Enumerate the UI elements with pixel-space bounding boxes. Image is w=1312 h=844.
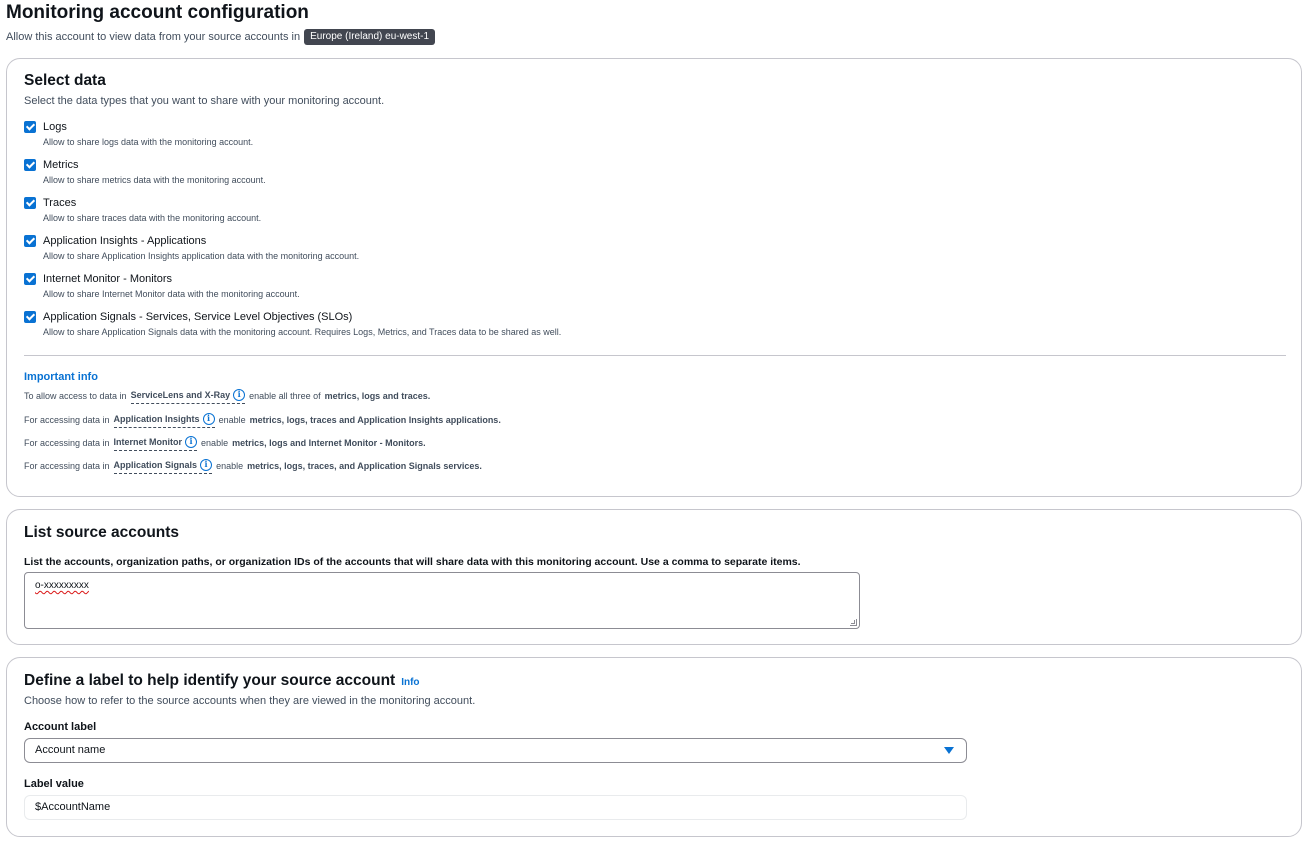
info-line-middle: enable	[201, 438, 229, 448]
important-info-line-application-signals: For accessing data in Application Signal…	[24, 458, 482, 474]
important-info-heading: Important info	[24, 371, 98, 383]
checkbox-label: Traces	[43, 197, 77, 209]
info-line-middle: enable all three of	[249, 391, 321, 401]
info-line-prefix: To allow access to data in	[24, 391, 127, 401]
important-info-line-servicelens: To allow access to data in ServiceLens a…	[24, 388, 430, 404]
checkbox-label: Metrics	[43, 159, 79, 171]
page-title: Monitoring account configuration	[6, 2, 309, 23]
checkbox-label: Internet Monitor - Monitors	[43, 273, 172, 285]
account-label-selected: Account name	[35, 744, 106, 756]
checkbox-checked-icon[interactable]	[24, 159, 36, 171]
checkbox-checked-icon[interactable]	[24, 197, 36, 209]
info-line-prefix: For accessing data in	[24, 461, 110, 471]
info-line-bold: metrics, logs and Internet Monitor - Mon…	[232, 438, 426, 448]
label-value-input[interactable]: $AccountName	[24, 795, 967, 820]
select-data-description: Select the data types that you want to s…	[24, 95, 385, 107]
info-line-middle: enable	[218, 415, 246, 425]
source-accounts-description: List the accounts, organization paths, o…	[24, 556, 801, 568]
checkbox-description: Allow to share Internet Monitor data wit…	[43, 289, 300, 299]
info-link[interactable]: Info	[401, 677, 419, 688]
info-icon[interactable]: i	[185, 436, 198, 448]
monitoring-config-page: Monitoring account configuration Allow t…	[0, 0, 1312, 844]
info-line-bold: metrics, logs, traces, and Application S…	[247, 461, 482, 471]
term-text: Application Insights	[113, 414, 200, 424]
label-section-description: Choose how to refer to the source accoun…	[24, 695, 476, 707]
source-accounts-card: List source accounts List the accounts, …	[6, 509, 1302, 645]
term-text: Application Signals	[113, 460, 198, 470]
source-accounts-textarea[interactable]: o-xxxxxxxxx	[24, 572, 860, 629]
info-icon[interactable]: i	[202, 413, 215, 425]
important-info-line-application-insights: For accessing data in Application Insigh…	[24, 412, 501, 428]
checkbox-label: Application Signals - Services, Service …	[43, 311, 353, 323]
checkbox-description: Allow to share metrics data with the mon…	[43, 175, 266, 185]
info-icon[interactable]: i	[200, 459, 213, 471]
info-icon[interactable]: i	[233, 389, 246, 401]
info-line-bold: metrics, logs and traces.	[324, 391, 431, 401]
label-value-field-label: Label value	[24, 778, 84, 790]
application-insights-term-link[interactable]: Application Insights i	[113, 412, 215, 428]
servicelens-term-link[interactable]: ServiceLens and X-Ray i	[130, 388, 246, 404]
internet-monitor-term-link[interactable]: Internet Monitor i	[113, 435, 198, 451]
checkbox-description: Allow to share Application Insights appl…	[43, 251, 360, 261]
caret-down-icon[interactable]	[944, 747, 954, 754]
page-subtitle-text: Allow this account to view data from you…	[6, 31, 301, 43]
info-line-prefix: For accessing data in	[24, 438, 110, 448]
account-label-select[interactable]: Account name	[24, 738, 967, 763]
label-section-title: Define a label to help identify your sou…	[24, 672, 396, 689]
important-info-line-internet-monitor: For accessing data in Internet Monitor i …	[24, 435, 426, 451]
checkbox-description: Allow to share Application Signals data …	[43, 327, 562, 337]
checkbox-checked-icon[interactable]	[24, 311, 36, 323]
info-line-bold: metrics, logs, traces and Application In…	[249, 415, 501, 425]
source-accounts-title: List source accounts	[24, 524, 180, 541]
checkbox-checked-icon[interactable]	[24, 273, 36, 285]
checkbox-checked-icon[interactable]	[24, 235, 36, 247]
account-label-field-label: Account label	[24, 721, 97, 733]
info-line-prefix: For accessing data in	[24, 415, 110, 425]
info-line-middle: enable	[216, 461, 244, 471]
checkbox-checked-icon[interactable]	[24, 121, 36, 133]
checkbox-description: Allow to share logs data with the monito…	[43, 137, 254, 147]
checkbox-label: Logs	[43, 121, 67, 133]
resize-handle-icon[interactable]	[850, 619, 857, 626]
label-card: Define a label to help identify your sou…	[6, 657, 1302, 837]
term-text: ServiceLens and X-Ray	[130, 390, 231, 400]
label-value-text: $AccountName	[35, 801, 111, 813]
checkbox-description: Allow to share traces data with the moni…	[43, 213, 262, 223]
application-signals-term-link[interactable]: Application Signals i	[113, 458, 213, 474]
checkbox-label: Application Insights - Applications	[43, 235, 207, 247]
page-subtitle: Allow this account to view data from you…	[6, 29, 436, 45]
label-title-row: Define a label to help identify your sou…	[24, 671, 420, 691]
source-accounts-value: o-xxxxxxxxx	[35, 580, 89, 591]
select-data-title: Select data	[24, 72, 106, 89]
term-text: Internet Monitor	[113, 437, 183, 447]
region-badge: Europe (Ireland) eu-west-1	[304, 29, 436, 45]
select-data-card: Select data Select the data types that y…	[6, 58, 1302, 497]
divider	[24, 355, 1286, 356]
